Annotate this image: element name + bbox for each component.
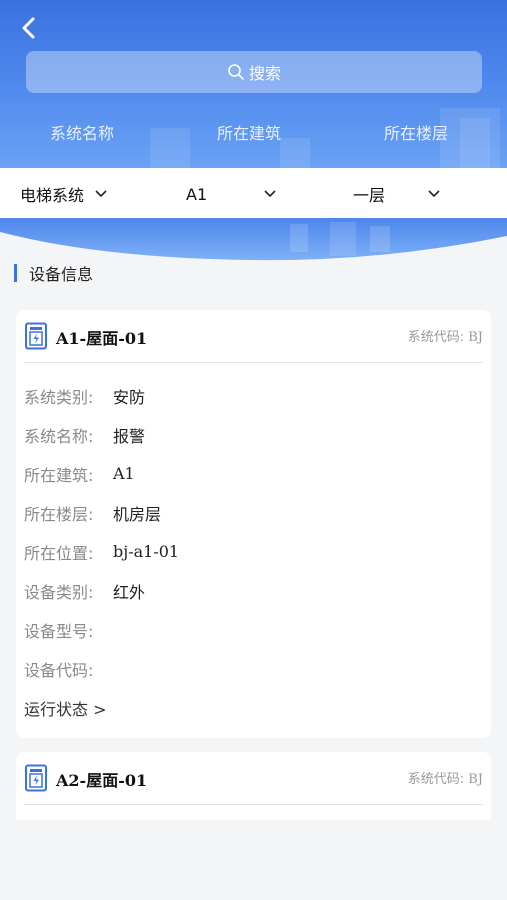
building-filter-value: A1 xyxy=(186,184,208,204)
column-header-system: 系统名称 xyxy=(50,124,115,143)
search-placeholder: 搜索 xyxy=(248,64,281,83)
section-accent-bar xyxy=(14,264,17,282)
detail-row: 所在位置: bj-a1-01 xyxy=(24,532,484,571)
system-code-value: BJ xyxy=(468,772,483,787)
detail-key: 所在建筑: xyxy=(24,465,94,485)
detail-value: 安防 xyxy=(113,387,146,407)
run-state-link[interactable]: 运行状态 > xyxy=(24,696,107,720)
run-state-row: 运行状态 > xyxy=(24,688,484,727)
detail-row: 设备型号: xyxy=(24,610,484,649)
detail-key: 所在位置: xyxy=(24,543,94,563)
column-header-floor: 所在楼层 xyxy=(384,124,449,143)
detail-row: 设备类别: 红外 xyxy=(24,571,484,610)
chevron-down-icon xyxy=(428,190,440,198)
section-title-text: 设备信息 xyxy=(29,265,94,284)
device-card[interactable]: A1-屋面-01 系统代码: BJ 系统类别: 安防 系统名称: 报警 所在建筑: A… xyxy=(16,310,491,738)
detail-key: 设备类别: xyxy=(24,582,94,602)
detail-row: 所在楼层: 机房层 xyxy=(24,493,484,532)
device-panel-icon xyxy=(25,764,47,792)
header-wave xyxy=(0,218,507,261)
building-filter-dropdown[interactable]: A1 xyxy=(186,168,277,220)
floor-filter-dropdown[interactable]: 一层 xyxy=(353,168,441,220)
detail-value: 机房层 xyxy=(113,504,162,524)
system-filter-dropdown[interactable]: 电梯系统 xyxy=(20,168,108,220)
device-panel-icon xyxy=(25,322,47,350)
detail-row: 系统类别: 安防 xyxy=(24,376,484,415)
column-headers: 系统名称 所在建筑 所在楼层 xyxy=(0,120,507,144)
device-name: A1-屋面-01 xyxy=(56,329,148,348)
system-filter-value: 电梯系统 xyxy=(20,186,85,205)
search-bar[interactable]: 搜索 xyxy=(26,51,482,93)
detail-row: 所在建筑: A1 xyxy=(24,454,484,493)
system-code-label: 系统代码: xyxy=(407,330,465,345)
detail-value: 报警 xyxy=(113,426,146,446)
device-card-header: A1-屋面-01 系统代码: BJ xyxy=(16,310,491,362)
detail-key: 所在楼层: xyxy=(24,504,94,524)
header: 搜索 系统名称 所在建筑 所在楼层 xyxy=(0,0,507,168)
detail-value: A1 xyxy=(113,464,135,483)
detail-row: 系统名称: 报警 xyxy=(24,415,484,454)
chevron-down-icon xyxy=(95,190,107,198)
device-name: A2-屋面-01 xyxy=(56,771,148,790)
section-title: 设备信息 xyxy=(14,262,93,284)
device-details: 系统类别: 安防 系统名称: 报警 所在建筑: A1 所在楼层: 机房层 所在位置: bj… xyxy=(24,376,484,727)
divider xyxy=(24,362,483,363)
detail-key: 设备代码: xyxy=(24,660,94,680)
system-code: 系统代码: BJ xyxy=(408,326,483,345)
detail-value: bj-a1-01 xyxy=(113,542,180,561)
filter-bar: 电梯系统 A1 一层 xyxy=(0,168,507,220)
detail-value: 红外 xyxy=(113,582,146,602)
search-icon xyxy=(228,64,244,80)
system-code-label: 系统代码: xyxy=(407,772,465,787)
floor-filter-value: 一层 xyxy=(353,186,386,205)
chevron-down-icon xyxy=(264,190,276,198)
system-code-value: BJ xyxy=(468,330,483,345)
detail-key: 设备型号: xyxy=(24,621,94,641)
detail-row: 设备代码: xyxy=(24,649,484,688)
column-header-building: 所在建筑 xyxy=(217,124,282,143)
device-card[interactable]: A2-屋面-01 系统代码: BJ xyxy=(16,752,491,820)
detail-key: 系统名称: xyxy=(24,426,94,446)
system-code: 系统代码: BJ xyxy=(408,768,483,787)
device-card-header: A2-屋面-01 系统代码: BJ xyxy=(16,752,491,804)
detail-key: 系统类别: xyxy=(24,387,94,407)
divider xyxy=(24,804,483,805)
chevron-left-icon xyxy=(22,17,35,39)
back-button[interactable] xyxy=(16,14,44,42)
